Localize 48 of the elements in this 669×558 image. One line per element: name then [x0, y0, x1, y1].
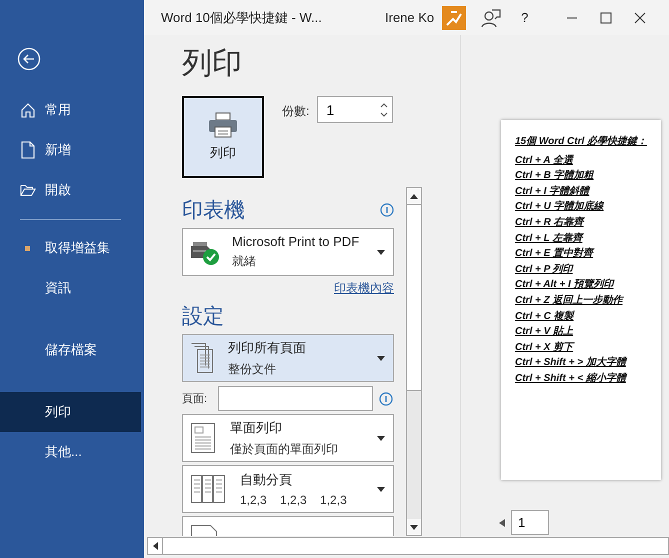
document-line: Ctrl + E 置中對齊	[515, 246, 596, 262]
settings-dropdown[interactable]: 自動分頁 1,2,3 1,2,3 1,2,3	[182, 465, 394, 513]
document-line: Ctrl + V 貼上	[515, 324, 574, 340]
page-number-field[interactable]: 1	[511, 510, 549, 535]
section-heading: 設定	[182, 304, 224, 330]
sidebar-item[interactable]: 常用	[0, 90, 141, 130]
copies-label: 份數:	[282, 103, 310, 120]
sidebar-item[interactable]: 儲存檔案	[0, 330, 141, 370]
sidebar-item[interactable]: 開啟	[0, 170, 141, 210]
document-line: Ctrl + I 字體斜體	[515, 184, 592, 199]
document-line: Ctrl + R 右靠齊	[515, 215, 586, 230]
document-line: Ctrl + A 全選	[515, 154, 575, 168]
help-button[interactable]: ?	[521, 10, 528, 25]
document-line: Ctrl + L 左靠齊	[515, 231, 585, 246]
sidebar-item[interactable]: 列印	[0, 392, 141, 432]
document-line: Ctrl + P 列印	[515, 262, 574, 277]
document-line: Ctrl + U 字體加底線	[515, 199, 605, 214]
option-title: 自動分頁	[240, 471, 293, 489]
document-line: Ctrl + Shift + < 縮小字體	[515, 371, 628, 386]
option-subtitle: 僅於頁面的單面列印	[230, 440, 339, 458]
document-line: Ctrl + Alt + I 預覽列印	[515, 278, 616, 292]
printer-name: Microsoft Print to PDF	[232, 234, 360, 249]
document-line: Ctrl + Z 返回上一步動作	[515, 294, 625, 308]
printer-dropdown[interactable]: Microsoft Print to PDF 就緒	[182, 228, 394, 276]
user-name: Irene Ko	[385, 10, 434, 25]
option-subtitle: 整份文件	[228, 360, 277, 378]
document-line: 15個 Word Ctrl 必學快捷鍵：	[515, 134, 648, 149]
settings-dropdown[interactable]: 列印所有頁面 整份文件	[182, 334, 394, 382]
sidebar-item[interactable]: 其他...	[0, 432, 141, 472]
window-title: Word 10個必學快捷鍵 - W...	[161, 8, 323, 26]
section-heading: 印表機	[182, 198, 245, 224]
sidebar-item[interactable]: 取得增益集	[0, 228, 141, 268]
printer-status: 就緒	[232, 253, 257, 270]
sidebar-item[interactable]: 新增	[0, 130, 141, 170]
copies-field[interactable]: 1	[317, 96, 394, 123]
page-heading: 列印	[182, 46, 243, 82]
document-line: Ctrl + Shift + > 加大字體	[515, 355, 628, 370]
option-subtitle: 1,2,3 1,2,3 1,2,3	[240, 493, 348, 507]
document-line: Ctrl + B 字體加粗	[515, 168, 595, 184]
document-line: Ctrl + C 複製	[515, 310, 576, 324]
print-button[interactable]: 列印	[182, 96, 264, 178]
settings-dropdown[interactable]: 單面列印 僅於頁面的單面列印	[182, 414, 394, 462]
option-title: 列印所有頁面	[228, 338, 307, 356]
pages-label: 頁面:	[182, 392, 208, 406]
sidebar-item[interactable]: 資訊	[0, 268, 141, 308]
option-title: 單面列印	[230, 418, 283, 436]
document-line: Ctrl + X 剪下	[515, 340, 576, 355]
printer-properties-link[interactable]: 印表機內容	[334, 280, 394, 297]
